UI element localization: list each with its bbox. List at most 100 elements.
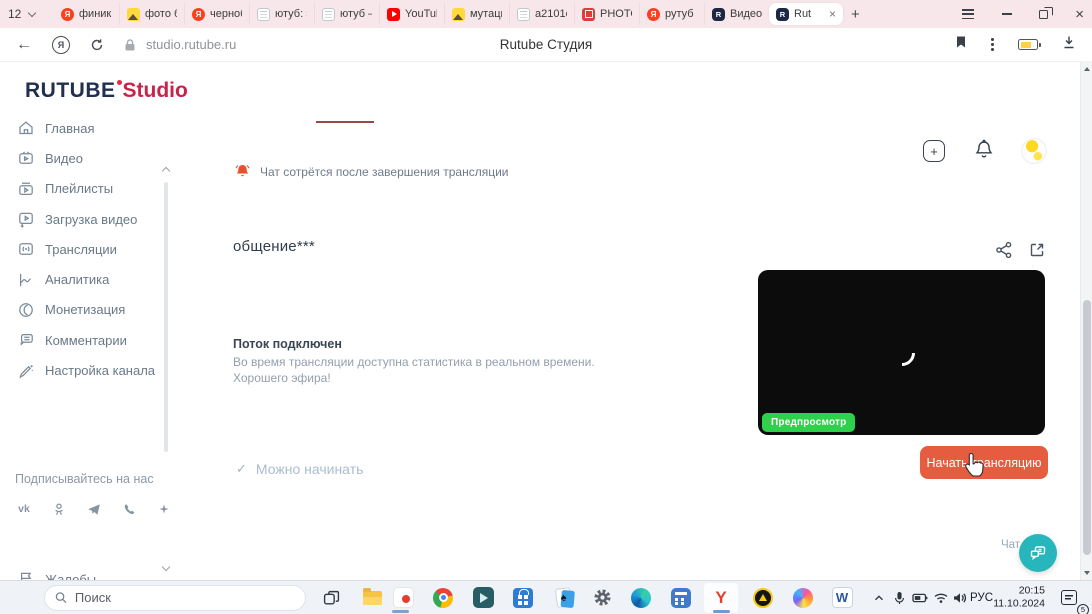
restore-button[interactable] <box>1039 9 1049 19</box>
ready-text: Можно начинать <box>255 461 364 477</box>
notification-center-icon[interactable]: 5 <box>1055 584 1089 614</box>
user-avatar[interactable] <box>1021 138 1047 164</box>
settings-gear-icon[interactable] <box>588 584 616 612</box>
tab-counter[interactable]: 12 <box>8 7 54 21</box>
sidebar-item-upload-video[interactable]: Загрузка видео <box>0 204 180 234</box>
rutube-studio-logo[interactable]: RUTUBE Studio <box>25 79 188 103</box>
file-explorer-icon[interactable] <box>358 584 386 612</box>
taskbar-search[interactable] <box>44 584 306 611</box>
browser-tab[interactable]: R Видео <box>704 3 769 25</box>
browser-tab[interactable]: a2101c <box>509 3 574 25</box>
sidebar-item-channel-settings[interactable]: Настройка канала <box>0 355 180 385</box>
browser-tab[interactable]: мутаци <box>444 3 509 25</box>
preview-player[interactable]: Предпросмотр <box>758 270 1045 435</box>
microsoft-store-icon[interactable] <box>509 584 537 612</box>
back-button[interactable]: ← <box>16 36 32 54</box>
close-tab-icon[interactable]: × <box>829 8 836 20</box>
sidebar-item-label: Видео <box>45 150 83 166</box>
sidebar-item-monetization[interactable]: Монетизация <box>0 295 180 325</box>
bookmark-icon[interactable] <box>955 35 967 54</box>
video-icon <box>19 151 33 165</box>
document-favicon <box>517 7 530 21</box>
sidebar-item-playlists[interactable]: Плейлисты <box>0 174 180 204</box>
create-upload-button[interactable]: + <box>923 140 945 162</box>
browser-tab[interactable]: ютуб – <box>314 3 379 25</box>
creative-app-icon[interactable] <box>789 584 817 612</box>
time-text: 20:15 <box>1018 583 1045 596</box>
browser-tab[interactable]: Ярутуб <box>639 3 704 25</box>
browser-tab-active[interactable]: R Rut × <box>769 3 843 25</box>
sidebar-item-broadcasts[interactable]: Трансляции <box>0 234 180 264</box>
solitaire-icon[interactable]: ♠ <box>549 584 577 612</box>
chrome-icon[interactable] <box>429 584 457 612</box>
downloads-icon[interactable] <box>1062 35 1076 54</box>
start-broadcast-button[interactable]: Начать трансляцию <box>920 446 1048 479</box>
edge-icon[interactable] <box>627 584 655 612</box>
browser-tab[interactable]: Яфиник <box>54 3 119 25</box>
video-play-app-icon[interactable] <box>469 584 497 612</box>
refresh-button[interactable] <box>90 38 104 52</box>
image-favicon <box>452 7 465 21</box>
status-line: Хорошего эфира! <box>233 371 331 385</box>
yandex-profile-icon[interactable]: Я <box>52 35 70 54</box>
tab-label: фото б <box>145 8 177 20</box>
yandex-favicon: Я <box>61 7 74 21</box>
taskbar-clock[interactable]: 20:15 11.10.2024 <box>993 583 1045 611</box>
scroll-down-icon[interactable] <box>161 562 171 572</box>
vk-icon[interactable]: vk <box>13 498 35 520</box>
scrollbar-thumb[interactable] <box>164 182 168 452</box>
scroll-up-icon[interactable] <box>161 166 171 176</box>
browser-tab[interactable]: YouTub <box>379 3 444 25</box>
address-bar[interactable]: studio.rutube.ru <box>146 37 236 52</box>
volume-icon[interactable] <box>952 590 968 606</box>
microphone-icon[interactable] <box>892 590 907 606</box>
scroll-down-icon[interactable] <box>1084 571 1090 575</box>
browser-tab[interactable]: PHOTO <box>574 3 639 25</box>
language-indicator[interactable]: РУС <box>970 592 993 604</box>
browser-tab[interactable]: ютуб: з <box>249 3 314 25</box>
open-external-icon[interactable] <box>1027 240 1047 265</box>
yandex-alert-app-icon[interactable] <box>749 584 777 612</box>
sidebar-item-analytics[interactable]: Аналитика <box>0 264 180 294</box>
stream-tools <box>994 240 1047 265</box>
word-icon[interactable]: W <box>828 584 856 612</box>
task-view-icon[interactable] <box>317 584 345 612</box>
search-input[interactable] <box>74 590 295 605</box>
tray-expand-icon[interactable] <box>872 591 886 605</box>
wifi-icon[interactable] <box>933 590 949 606</box>
tab-label: рутуб <box>665 8 694 20</box>
browser-tab[interactable]: фото б <box>119 3 184 25</box>
calculator-icon[interactable] <box>667 584 695 612</box>
browser-menu-icon[interactable] <box>962 9 975 19</box>
sidebar-item-videos[interactable]: Видео <box>0 143 180 173</box>
close-window-button[interactable]: × <box>1075 7 1084 22</box>
windows-taskbar: ♠ Y W РУС 20:15 11.10.2024 <box>0 580 1092 614</box>
tab-label: Rut <box>794 8 812 20</box>
sidebar-item-comments[interactable]: Комментарии <box>0 325 180 355</box>
share-icon[interactable] <box>994 240 1014 265</box>
windows-start-icon[interactable] <box>14 590 29 605</box>
new-tab-button[interactable]: + <box>851 6 860 23</box>
search-icon <box>55 592 67 603</box>
loading-spinner <box>883 334 920 371</box>
battery-icon[interactable] <box>1018 39 1041 50</box>
sidebar-item-label: Трансляции <box>45 241 117 257</box>
sidebar-item-home[interactable]: Главная <box>0 113 180 143</box>
scrollbar-thumb[interactable] <box>1083 300 1091 555</box>
minimize-button[interactable] <box>1002 13 1013 15</box>
yandex-browser-icon[interactable]: Y <box>704 582 738 613</box>
media-app-icon[interactable] <box>389 584 417 612</box>
window-controls: × <box>962 7 1084 22</box>
tray-battery-icon[interactable] <box>912 590 929 606</box>
chat-fab-button[interactable] <box>1019 534 1057 572</box>
viber-icon[interactable] <box>118 498 140 520</box>
check-icon: ✓ <box>236 461 247 476</box>
odnoklassniki-icon[interactable] <box>48 498 70 520</box>
scroll-up-icon[interactable] <box>1084 67 1090 71</box>
telegram-icon[interactable] <box>83 498 105 520</box>
sidebar-scrollbar[interactable] <box>161 166 171 572</box>
page-scrollbar[interactable] <box>1080 62 1092 580</box>
notifications-bell-icon[interactable] <box>974 139 994 161</box>
browser-tab[interactable]: Ячерноб <box>184 3 249 25</box>
more-options-icon[interactable] <box>991 37 994 52</box>
